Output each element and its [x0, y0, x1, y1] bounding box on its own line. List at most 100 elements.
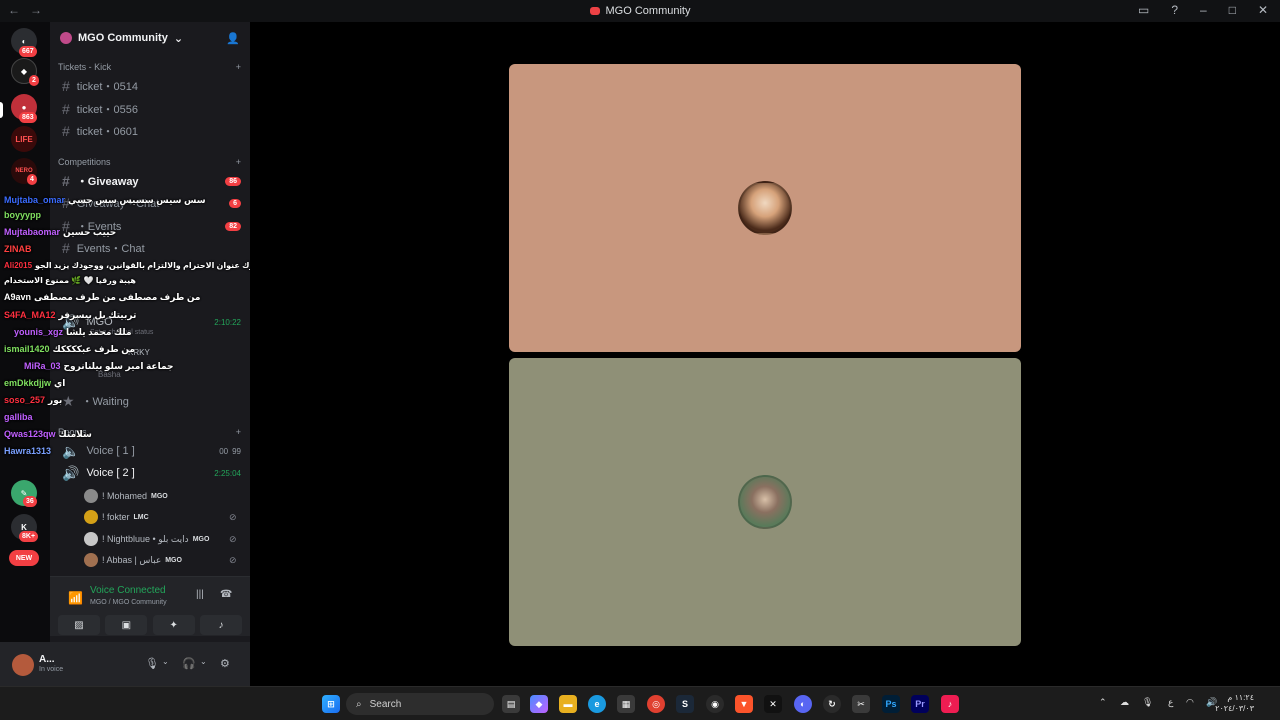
channel-status-placeholder[interactable]: Set a channel status [90, 329, 153, 336]
windows-start-icon[interactable]: ⊞ [322, 695, 340, 713]
plus-icon[interactable]: + [236, 62, 241, 72]
activities-button[interactable]: ✦ [152, 615, 195, 635]
speaker-icon: 🔈 [62, 442, 80, 459]
close-button[interactable]: ✕ [1258, 3, 1268, 17]
hash-icon: # [62, 218, 70, 234]
channel-events[interactable]: # ・Events 82 [58, 216, 241, 236]
inbox-icon[interactable]: ▭ [1138, 3, 1149, 17]
server-selected-pill [0, 102, 3, 118]
copilot-icon[interactable]: ◆ [530, 695, 548, 713]
premiere-icon[interactable]: Pr [911, 695, 929, 713]
discord-icon[interactable]: ◐ [794, 695, 812, 713]
channel-giveaway-chat[interactable]: # Giveaway・Chat 6 [58, 193, 241, 213]
file-explorer-icon[interactable]: ▬ [559, 695, 577, 713]
minimize-button[interactable]: – [1200, 3, 1207, 17]
channel-events-chat[interactable]: # Events・Chat [58, 238, 241, 258]
settings-gear-icon[interactable]: ⚙ [220, 657, 230, 670]
channel-label: ticket・0514 [76, 81, 138, 93]
category-rooms[interactable]: Rooms + [58, 427, 241, 437]
voice-member[interactable]: ! Mohamed MGO [84, 489, 168, 503]
deafened-icon: ⊘ [229, 554, 237, 565]
member-tag: LMC [133, 513, 149, 521]
title-bar: ← → MGO Community ▭ ? – □ ✕ [0, 0, 1280, 22]
avatar[interactable] [12, 654, 34, 676]
voice-member[interactable]: ! Abbas | عباس MGO ⊘ [84, 553, 237, 567]
server-icon-nero[interactable]: NERO 4 [11, 158, 37, 185]
participant-tile[interactable] [509, 64, 1021, 352]
voice-member-basha[interactable]: Basha [98, 370, 121, 379]
noise-suppression-icon[interactable]: ||| [196, 589, 204, 600]
member-tag: MGO [151, 492, 168, 500]
chevron-down-icon[interactable]: ⌄ [162, 657, 169, 666]
language-indicator[interactable]: ع [1168, 697, 1173, 708]
participant-tile[interactable] [509, 358, 1021, 646]
channel-label: ・Giveaway [76, 176, 139, 188]
voice-member-krky[interactable]: KRKY [128, 348, 150, 357]
new-servers-button[interactable]: NEW [9, 550, 39, 566]
soundboard-button[interactable]: ♪ [199, 615, 242, 635]
edge-icon[interactable]: e [588, 695, 606, 713]
maximize-button[interactable]: □ [1229, 3, 1236, 17]
channel-ticket-0601[interactable]: # ticket・0601 [58, 121, 241, 141]
headphones-icon[interactable]: 🎧 [182, 657, 196, 670]
voice-location[interactable]: MGO / MGO Community [90, 599, 167, 606]
voice-member[interactable]: ! Nightbluue • دايت بلو MGO ⊘ [84, 532, 237, 546]
taskbar-clock[interactable]: ١١:٢٤ م ٢٠٢٤/٠٣/٠٣ [1215, 692, 1254, 714]
taskbar-search[interactable]: ⌕ Search [346, 693, 494, 715]
star-icon: ★ [62, 392, 75, 409]
server-icon-k[interactable]: K 8K+ [11, 514, 39, 542]
clock-date: ٢٠٢٤/٠٣/٠٣ [1215, 704, 1254, 713]
channel-ticket-0556[interactable]: # ticket・0556 [58, 99, 241, 119]
steam-icon[interactable]: S [676, 695, 694, 713]
server-header[interactable]: MGO Community ⌄ 👤 [50, 22, 250, 54]
plus-icon[interactable]: + [236, 157, 241, 167]
category-tickets[interactable]: Tickets - Kick + [58, 62, 241, 72]
chrome-icon[interactable]: ◎ [647, 695, 665, 713]
store-icon[interactable]: ▦ [617, 695, 635, 713]
participant-avatar [738, 475, 792, 529]
voice-channel-2[interactable]: 🔊 Voice [ 2 ] 2:25:04 [58, 463, 241, 483]
server-icon-1[interactable]: ◆ 2 [11, 58, 39, 86]
add-member-icon[interactable]: 👤 [226, 32, 240, 45]
tiktok-icon[interactable]: ♪ [941, 695, 959, 713]
microphone-icon[interactable]: 🎙 [145, 657, 159, 670]
photoshop-icon[interactable]: Ps [882, 695, 900, 713]
cloud-icon[interactable]: ☁ [1120, 697, 1129, 708]
help-icon[interactable]: ? [1171, 3, 1178, 17]
snipping-tool-icon[interactable]: ✂ [852, 695, 870, 713]
category-competitions[interactable]: Competitions + [58, 157, 241, 167]
disconnect-icon[interactable]: ☎ [220, 589, 232, 600]
channel-giveaway[interactable]: # ・Giveaway 86 [58, 171, 241, 191]
brave-icon[interactable]: ▼ [735, 695, 753, 713]
wifi-icon[interactable]: ◠ [1186, 697, 1194, 708]
task-view-icon[interactable]: ▤ [502, 695, 520, 713]
direct-messages-icon[interactable]: ◐ 667 [11, 28, 37, 57]
channel-label: ticket・0556 [76, 104, 138, 116]
server-icon-green[interactable]: ✎ 36 [11, 480, 37, 507]
channel-ticket-0514[interactable]: # ticket・0514 [58, 76, 241, 96]
camera-off-button[interactable]: ▨ [58, 615, 100, 635]
hash-icon: # [62, 123, 70, 139]
tray-chevron-icon[interactable]: ⌃ [1099, 697, 1107, 708]
voice-status[interactable]: Voice Connected [90, 585, 166, 596]
voice-channel-waiting[interactable]: ★ ・Waiting [58, 391, 241, 411]
capcut-icon[interactable]: ✕ [764, 695, 782, 713]
voice-timer: 2:10:22 [214, 317, 241, 327]
user-name[interactable]: A... [39, 654, 55, 665]
hash-icon: # [62, 78, 70, 94]
windows-taskbar: ⊞ ⌕ Search ▤ ◆ ▬ e ▦ ◎ S ◉ ▼ ✕ ◐ ↻ ✂ Ps … [0, 686, 1280, 720]
voice-member[interactable]: ! fokter LMC ⊘ [84, 510, 237, 524]
mic-tray-icon[interactable]: 🎙 [1142, 697, 1153, 708]
signal-icon[interactable]: 📶 [68, 591, 83, 605]
obs-icon[interactable]: ◉ [706, 695, 724, 713]
screen-share-button[interactable]: ▣ [105, 615, 148, 635]
forward-arrow-icon[interactable]: → [30, 3, 42, 17]
plus-icon[interactable]: + [236, 427, 241, 437]
voice-channel-1[interactable]: 🔈 Voice [ 1 ] 00 99 [58, 441, 241, 461]
server-icon-life[interactable]: LIFE [11, 126, 37, 152]
back-arrow-icon[interactable]: ← [8, 3, 20, 17]
server-icon-mgo[interactable]: ● 863 [11, 94, 37, 123]
member-name: ! Abbas | عباس [102, 554, 162, 565]
chevron-down-icon[interactable]: ⌄ [200, 657, 207, 666]
update-icon[interactable]: ↻ [823, 695, 841, 713]
